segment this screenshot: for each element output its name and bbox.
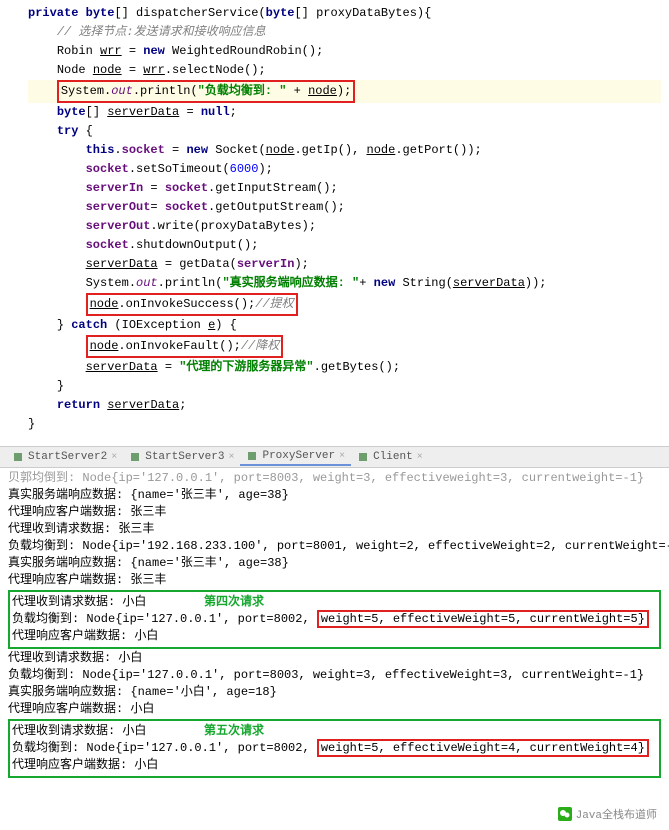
tab-proxyserver[interactable]: ProxyServer×: [240, 448, 351, 466]
console-line: 代理收到请求数据: 张三丰: [8, 521, 661, 538]
wechat-icon: [558, 807, 572, 821]
run-icon: [129, 451, 141, 463]
console-line: 真实服务端响应数据: {name='张三丰', age=38}: [8, 487, 661, 504]
code-line: } catch (IOException e) {: [28, 316, 661, 335]
code-line: node.onInvokeFault();//降权: [28, 335, 661, 358]
code-line: serverData = "代理的下游服务器异常".getBytes();: [28, 358, 661, 377]
request-label: 第五次请求: [204, 724, 264, 738]
console-line: 代理响应客户端数据: 张三丰: [8, 504, 661, 521]
code-line: Node node = wrr.selectNode();: [28, 61, 661, 80]
close-icon[interactable]: ×: [111, 452, 117, 463]
tab-client[interactable]: Client×: [351, 449, 429, 465]
run-icon: [357, 451, 369, 463]
highlighted-box: node.onInvokeSuccess();//提权: [86, 293, 298, 316]
code-line: this.socket = new Socket(node.getIp(), n…: [28, 141, 661, 160]
request-4-box: 代理收到请求数据: 小白 第四次请求 负载均衡到: Node{ip='127.0…: [8, 590, 661, 649]
tab-startserver3[interactable]: StartServer3×: [123, 449, 240, 465]
tab-startserver2[interactable]: StartServer2×: [6, 449, 123, 465]
console-line: 代理响应客户端数据: 小白: [12, 628, 657, 645]
request-5-box: 代理收到请求数据: 小白 第五次请求 负载均衡到: Node{ip='127.0…: [8, 719, 661, 778]
console-line: 负载均衡到: Node{ip='192.168.233.100', port=8…: [8, 538, 661, 555]
code-line: serverData = getData(serverIn);: [28, 255, 661, 274]
code-line: socket.setSoTimeout(6000);: [28, 160, 661, 179]
highlighted-box: System.out.println("负载均衡到: " + node);: [57, 80, 355, 103]
console-line: 贝郭均倒到: Node{ip='127.0.0.1', port=8003, w…: [8, 470, 661, 487]
code-line: serverIn = socket.getInputStream();: [28, 179, 661, 198]
console-line: 负载均衡到: Node{ip='127.0.0.1', port=8002, w…: [12, 611, 657, 628]
console-output[interactable]: 贝郭均倒到: Node{ip='127.0.0.1', port=8003, w…: [0, 468, 669, 781]
run-icon: [246, 450, 258, 462]
console-line: 真实服务端响应数据: {name='张三丰', age=38}: [8, 555, 661, 572]
code-line: serverOut.write(proxyDataBytes);: [28, 217, 661, 236]
code-line-highlighted: System.out.println("负载均衡到: " + node);: [28, 80, 661, 103]
watermark: Java全栈布道师: [558, 806, 657, 822]
weight-highlight: weight=5, effectiveWeight=4, currentWeig…: [317, 739, 649, 757]
console-line: 代理收到请求数据: 小白: [8, 650, 661, 667]
request-label: 第四次请求: [204, 595, 264, 609]
console-line: 代理收到请求数据: 小白 第四次请求: [12, 594, 657, 611]
code-editor[interactable]: private byte[] dispatcherService(byte[] …: [0, 0, 669, 446]
code-line: node.onInvokeSuccess();//提权: [28, 293, 661, 316]
close-icon[interactable]: ×: [339, 451, 345, 462]
console-line: 负载均衡到: Node{ip='127.0.0.1', port=8003, w…: [8, 667, 661, 684]
code-line: serverOut= socket.getOutputStream();: [28, 198, 661, 217]
code-line: socket.shutdownOutput();: [28, 236, 661, 255]
console-tabs: StartServer2× StartServer3× ProxyServer×…: [0, 446, 669, 468]
close-icon[interactable]: ×: [228, 452, 234, 463]
code-line: }: [28, 377, 661, 396]
code-line: private byte[] dispatcherService(byte[] …: [28, 4, 661, 23]
code-line: return serverData;: [28, 396, 661, 415]
console-line: 代理响应客户端数据: 张三丰: [8, 572, 661, 589]
code-line: try {: [28, 122, 661, 141]
code-line: Robin wrr = new WeightedRoundRobin();: [28, 42, 661, 61]
console-line: 代理响应客户端数据: 小白: [8, 701, 661, 718]
code-line: byte[] serverData = null;: [28, 103, 661, 122]
console-line: 代理响应客户端数据: 小白: [12, 757, 657, 774]
highlighted-box: node.onInvokeFault();//降权: [86, 335, 284, 358]
weight-highlight: weight=5, effectiveWeight=5, currentWeig…: [317, 610, 649, 628]
code-line: }: [28, 415, 661, 434]
console-line: 真实服务端响应数据: {name='小白', age=18}: [8, 684, 661, 701]
close-icon[interactable]: ×: [417, 452, 423, 463]
code-line: System.out.println("真实服务端响应数据: "+ new St…: [28, 274, 661, 293]
console-line: 负载均衡到: Node{ip='127.0.0.1', port=8002, w…: [12, 740, 657, 757]
console-line: 代理收到请求数据: 小白 第五次请求: [12, 723, 657, 740]
run-icon: [12, 451, 24, 463]
code-line: // 选择节点:发送请求和接收响应信息: [28, 23, 661, 42]
